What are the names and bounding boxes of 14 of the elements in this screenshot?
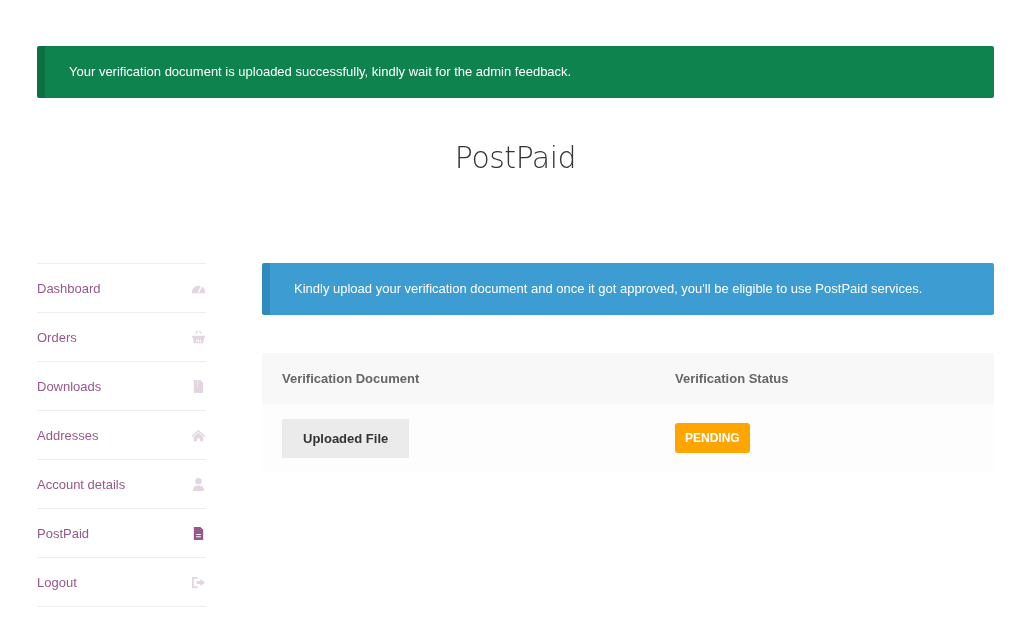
sidebar-item[interactable]: Addresses <box>37 411 206 460</box>
column-header: Verification Document <box>281 371 421 386</box>
sidebar-item[interactable]: Orders <box>37 313 206 362</box>
uploaded-file-button[interactable]: Uploaded File <box>282 418 410 458</box>
sidebar-item[interactable]: PostPaid <box>37 509 206 558</box>
success-notice: Your verification document is uploaded successfully, kindly wait for the admin feedback. <box>37 46 994 98</box>
sidebar-item[interactable]: Dashboard <box>37 264 206 313</box>
sidebar-item[interactable]: Logout <box>37 558 206 607</box>
sidebar-item[interactable]: Downloads <box>37 362 206 411</box>
page-title: PostPaid <box>453 140 578 175</box>
sidebar-item[interactable]: Account details <box>37 460 206 509</box>
status-badge: PENDING <box>675 423 750 453</box>
info-notice: Kindly upload your verification document and once it got approved, you'll be eligible to use PostPaid services. <box>262 263 994 315</box>
column-header: Verification Status <box>674 371 790 386</box>
